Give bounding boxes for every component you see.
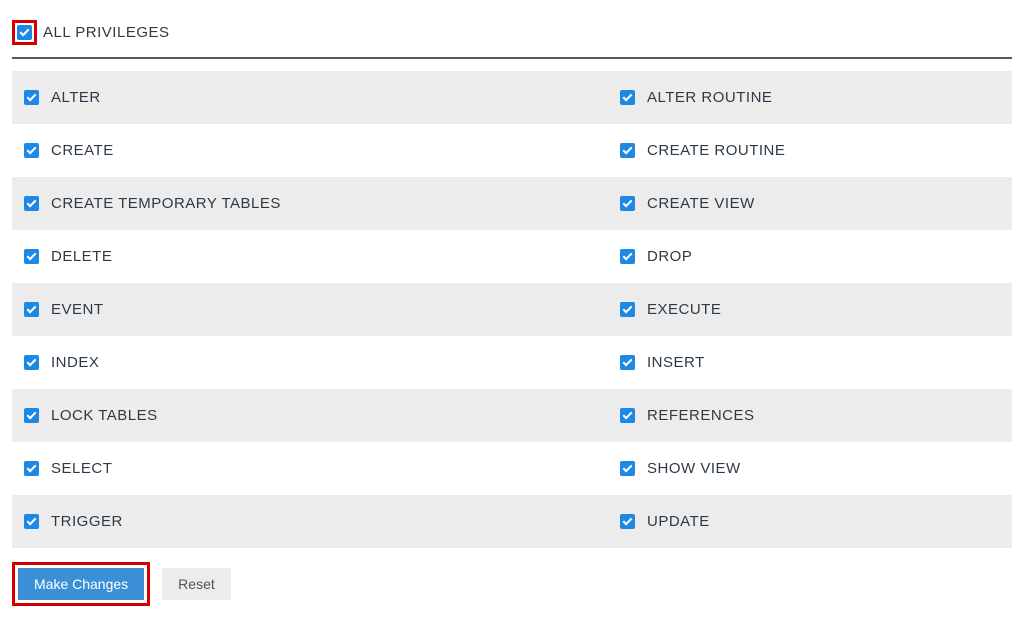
privilege-checkbox[interactable] [620, 249, 635, 264]
privilege-cell: EXECUTE [608, 283, 1012, 336]
privilege-checkbox[interactable] [24, 461, 39, 476]
all-privileges-label: ALL PRIVILEGES [43, 24, 170, 41]
privilege-cell: EVENT [12, 283, 608, 336]
privilege-checkbox[interactable] [24, 355, 39, 370]
privilege-checkbox[interactable] [620, 355, 635, 370]
privilege-row: DELETE DROP [12, 230, 1012, 283]
privilege-cell: SELECT [12, 442, 608, 495]
privilege-label: INDEX [51, 354, 99, 371]
privilege-row: TRIGGER UPDATE [12, 495, 1012, 548]
button-row: Make Changes Reset [12, 562, 1012, 606]
privilege-cell: REFERENCES [608, 389, 1012, 442]
privilege-label: CREATE VIEW [647, 195, 755, 212]
privilege-cell: ALTER ROUTINE [608, 71, 1012, 124]
privilege-cell: INSERT [608, 336, 1012, 389]
privilege-label: SHOW VIEW [647, 460, 741, 477]
privilege-cell: SHOW VIEW [608, 442, 1012, 495]
privilege-label: LOCK TABLES [51, 407, 158, 424]
privilege-label: UPDATE [647, 513, 710, 530]
reset-button[interactable]: Reset [162, 568, 231, 600]
privilege-row: SELECT SHOW VIEW [12, 442, 1012, 495]
privilege-checkbox[interactable] [620, 514, 635, 529]
privilege-label: TRIGGER [51, 513, 123, 530]
privilege-checkbox[interactable] [24, 514, 39, 529]
all-privileges-row: ALL PRIVILEGES [12, 20, 1012, 45]
privilege-checkbox[interactable] [24, 90, 39, 105]
privilege-cell: UPDATE [608, 495, 1012, 548]
all-privileges-highlight [12, 20, 37, 45]
privilege-cell: TRIGGER [12, 495, 608, 548]
privilege-grid: ALTER ALTER ROUTINE CREATE CREATE ROUTIN… [12, 71, 1012, 548]
privilege-row: CREATE TEMPORARY TABLES CREATE VIEW [12, 177, 1012, 230]
privilege-label: CREATE TEMPORARY TABLES [51, 195, 281, 212]
divider [12, 57, 1012, 59]
privilege-checkbox[interactable] [24, 302, 39, 317]
privilege-label: INSERT [647, 354, 705, 371]
privilege-checkbox[interactable] [620, 461, 635, 476]
privilege-label: EXECUTE [647, 301, 721, 318]
privilege-cell: DELETE [12, 230, 608, 283]
privilege-cell: CREATE [12, 124, 608, 177]
all-privileges-checkbox[interactable] [17, 25, 32, 40]
privilege-cell: CREATE ROUTINE [608, 124, 1012, 177]
privilege-checkbox[interactable] [24, 408, 39, 423]
privilege-cell: INDEX [12, 336, 608, 389]
privilege-label: DROP [647, 248, 692, 265]
privilege-cell: CREATE TEMPORARY TABLES [12, 177, 608, 230]
privilege-row: INDEX INSERT [12, 336, 1012, 389]
privilege-cell: ALTER [12, 71, 608, 124]
privilege-checkbox[interactable] [24, 196, 39, 211]
privilege-checkbox[interactable] [620, 408, 635, 423]
privilege-row: CREATE CREATE ROUTINE [12, 124, 1012, 177]
privilege-row: LOCK TABLES REFERENCES [12, 389, 1012, 442]
privilege-cell: CREATE VIEW [608, 177, 1012, 230]
privilege-checkbox[interactable] [620, 143, 635, 158]
privilege-checkbox[interactable] [620, 90, 635, 105]
privilege-cell: LOCK TABLES [12, 389, 608, 442]
privilege-row: EVENT EXECUTE [12, 283, 1012, 336]
privilege-row: ALTER ALTER ROUTINE [12, 71, 1012, 124]
make-changes-button[interactable]: Make Changes [18, 568, 144, 600]
privilege-label: EVENT [51, 301, 104, 318]
privilege-checkbox[interactable] [620, 196, 635, 211]
privilege-label: CREATE [51, 142, 114, 159]
make-changes-highlight: Make Changes [12, 562, 150, 606]
privilege-label: ALTER [51, 89, 101, 106]
privilege-checkbox[interactable] [24, 143, 39, 158]
privilege-label: DELETE [51, 248, 112, 265]
privilege-cell: DROP [608, 230, 1012, 283]
privilege-label: CREATE ROUTINE [647, 142, 785, 159]
privilege-checkbox[interactable] [24, 249, 39, 264]
privilege-label: ALTER ROUTINE [647, 89, 772, 106]
privilege-checkbox[interactable] [620, 302, 635, 317]
privilege-label: REFERENCES [647, 407, 755, 424]
privilege-label: SELECT [51, 460, 112, 477]
